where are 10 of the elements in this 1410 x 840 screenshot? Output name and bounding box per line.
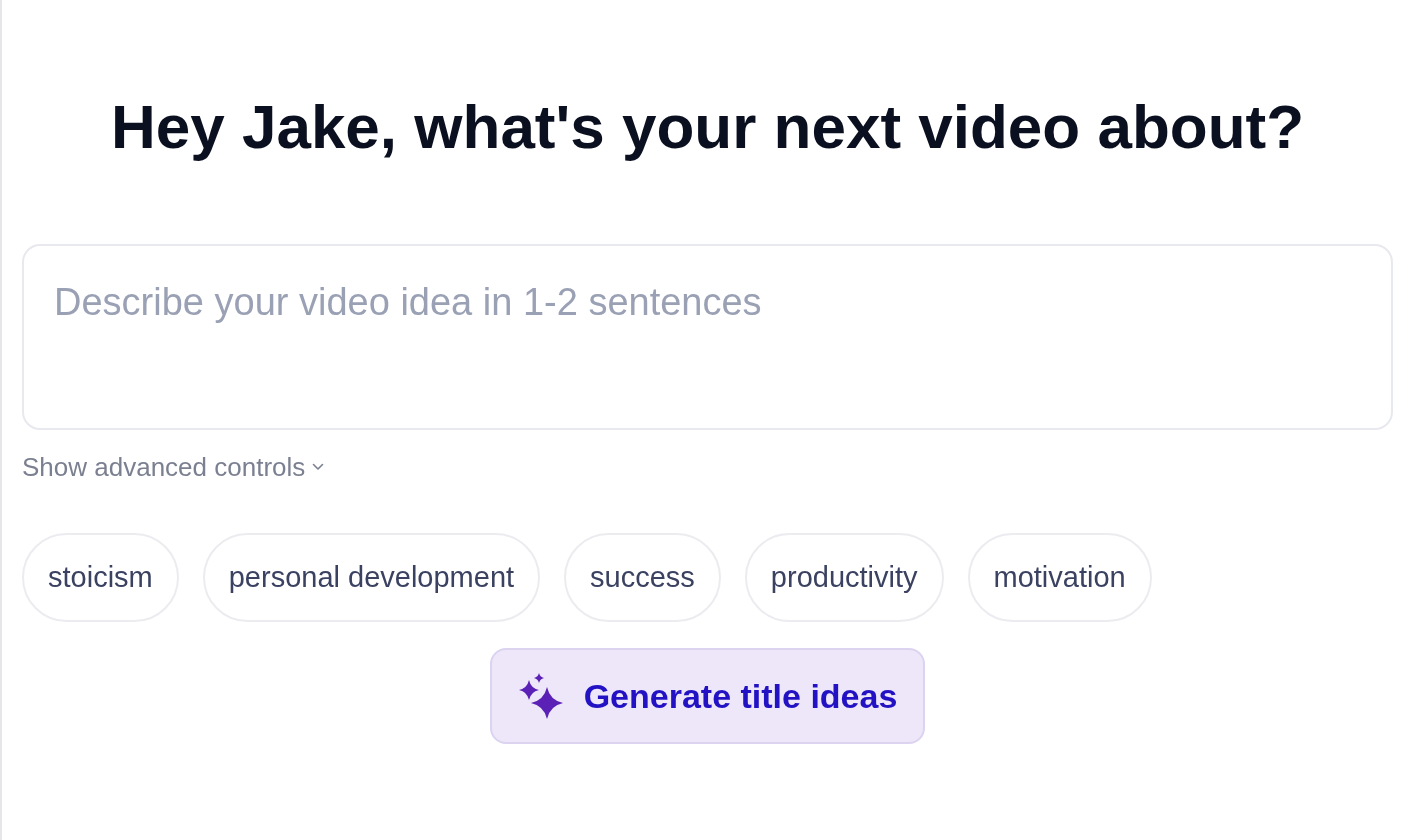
generate-button[interactable]: Generate title ideas: [489, 648, 926, 744]
topic-chip[interactable]: productivity: [744, 533, 944, 622]
topic-chip[interactable]: stoicism: [22, 533, 179, 622]
topic-chip[interactable]: success: [564, 533, 721, 622]
sparkles-icon: [518, 673, 564, 719]
topic-chip[interactable]: motivation: [967, 533, 1152, 622]
topic-chip[interactable]: personal development: [202, 533, 541, 622]
advanced-controls-toggle[interactable]: Show advanced controls: [22, 452, 325, 482]
page-heading: Hey Jake, what's your next video about?: [110, 92, 1305, 162]
video-idea-field[interactable]: Describe your video idea in 1-2 sentences: [22, 244, 1393, 430]
